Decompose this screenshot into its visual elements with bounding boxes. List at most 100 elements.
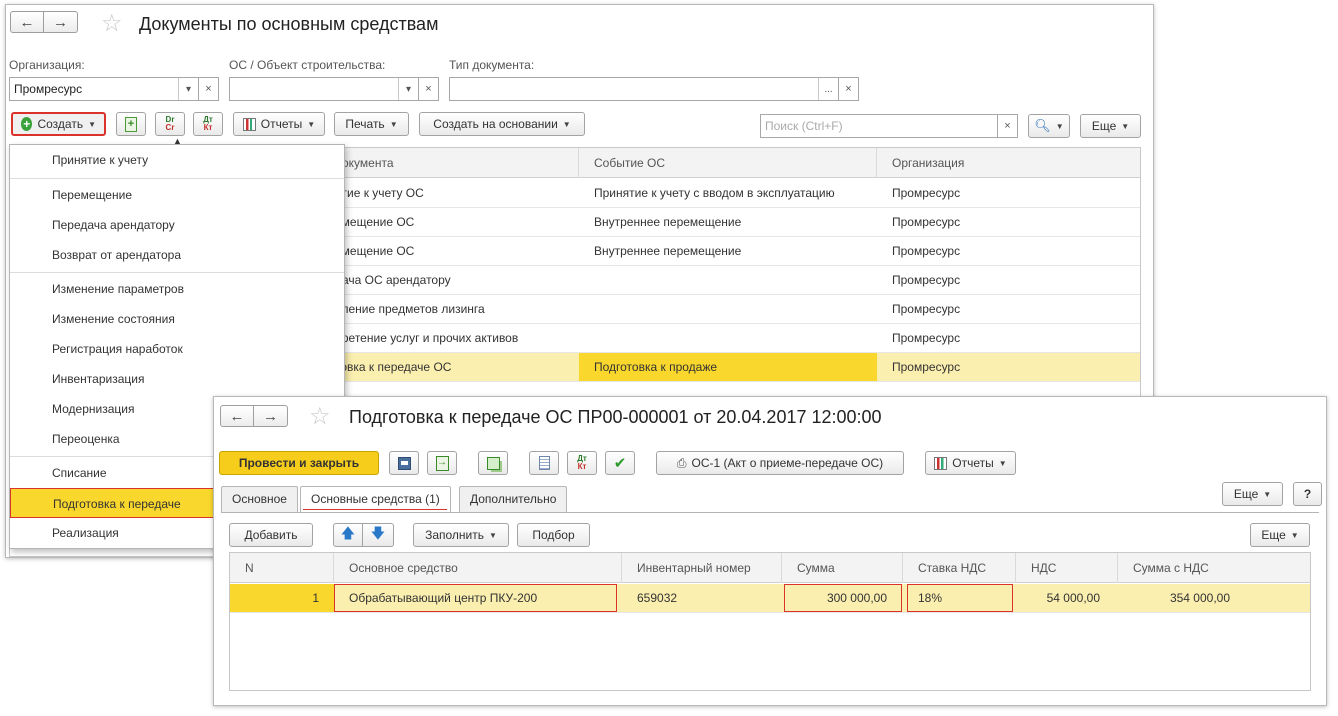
menu-item-change-params[interactable]: Изменение параметров (10, 274, 344, 304)
back-arrow-icon[interactable]: ← (10, 11, 44, 33)
move-down-button[interactable]: 🡇︎ (363, 523, 394, 547)
doc-more-button[interactable]: Еще ▼ (1222, 482, 1283, 506)
dt-kt-button[interactable]: Дт Кт (567, 451, 597, 475)
favorite-star-icon[interactable]: ☆ (101, 12, 123, 36)
column-sum[interactable]: Сумма (782, 553, 903, 583)
menu-item-change-state[interactable]: Изменение состояния (10, 304, 344, 334)
clear-os-icon[interactable]: × (419, 77, 439, 101)
menu-separator (10, 272, 344, 273)
org-field[interactable]: Промресурс ▾ (9, 77, 199, 101)
pick-button[interactable]: Подбор (517, 523, 590, 547)
add-row-button[interactable]: Добавить (229, 523, 313, 547)
menu-separator (10, 178, 344, 179)
cell-org: Промресурс (892, 215, 961, 229)
search-icon: 🔍︎ (1034, 118, 1051, 133)
os-label: ОС / Объект строительства: (229, 58, 386, 72)
menu-item-operating-hours[interactable]: Регистрация наработок (10, 334, 344, 364)
nav-buttons: ← → (10, 11, 78, 33)
more-button[interactable]: Еще ▼ (1080, 114, 1141, 138)
column-event[interactable]: Событие ОС (579, 148, 877, 178)
cell-event (579, 324, 594, 352)
check-button[interactable]: ✔ (605, 451, 635, 475)
list-icon (538, 456, 550, 470)
reports-button[interactable]: Отчеты ▼ (233, 112, 325, 136)
forward-arrow-icon[interactable]: → (254, 405, 288, 427)
doc-reports-label: Отчеты (952, 456, 994, 470)
doctype-value (450, 78, 818, 100)
dr-cr-button[interactable]: Dr Cr (155, 112, 185, 136)
doc-reports-button[interactable]: Отчеты ▼ (925, 451, 1016, 475)
tab-additional[interactable]: Дополнительно (459, 486, 568, 512)
fill-button[interactable]: Заполнить ▼ (413, 523, 509, 547)
document-window: ← → ☆ Подготовка к передаче ОС ПР00-0000… (213, 396, 1327, 706)
caret-icon: ▼ (307, 119, 316, 129)
doctype-field[interactable]: ... (449, 77, 839, 101)
column-org[interactable]: Организация (877, 148, 1140, 178)
help-button[interactable]: ? (1293, 482, 1322, 506)
cell-event: Внутреннее перемещение (594, 215, 742, 229)
create-based-button[interactable]: Создать на основании ▼ (419, 112, 585, 136)
caret-icon: ▼ (1055, 121, 1064, 131)
column-sum-with-vat[interactable]: Сумма с НДС (1118, 553, 1310, 583)
tab-main[interactable]: Основное (221, 486, 298, 512)
favorite-star-icon[interactable]: ☆ (309, 405, 331, 429)
create-button[interactable]: + Создать ▼ (11, 112, 106, 136)
column-vat-rate[interactable]: Ставка НДС (903, 553, 1016, 583)
dropdown-caret-icon[interactable]: ▾ (178, 78, 198, 100)
post-document-icon: → (435, 455, 449, 471)
print-label: Печать (345, 117, 385, 131)
caret-icon: ▼ (1290, 530, 1299, 540)
cell-n: 1 (230, 584, 334, 612)
more-label: Еще (1091, 119, 1117, 133)
menu-item-move[interactable]: Перемещение (10, 180, 344, 210)
chart-icon (934, 456, 948, 470)
dropdown-caret-icon[interactable]: ▾ (398, 78, 418, 100)
chart-icon (242, 117, 256, 131)
help-label: ? (1303, 487, 1312, 501)
cell-event: Внутреннее перемещение (594, 244, 742, 258)
print-os1-button[interactable]: ⎙ ОС-1 (Акт о приеме-передаче ОС) (656, 451, 904, 475)
list-button[interactable] (529, 451, 559, 475)
create-button-label: Создать (37, 117, 84, 131)
copy-icon (486, 456, 500, 470)
clear-doctype-icon[interactable]: × (839, 77, 859, 101)
os-field[interactable]: ▾ (229, 77, 419, 101)
print-button[interactable]: Печать ▼ (334, 112, 409, 136)
search-button[interactable]: 🔍︎ ▼ (1028, 114, 1070, 138)
save-icon (397, 456, 411, 470)
print-os1-label: ОС-1 (Акт о приеме-передаче ОС) (691, 456, 884, 470)
plus-circle-icon: + (21, 117, 33, 131)
search-input[interactable]: Поиск (Ctrl+F) (760, 114, 998, 138)
menu-item-accept[interactable]: Принятие к учету (10, 145, 344, 175)
menu-item-inventory[interactable]: Инвентаризация (10, 364, 344, 394)
back-arrow-icon[interactable]: ← (220, 405, 254, 427)
copy-doc-button[interactable]: + (116, 112, 146, 136)
caret-icon: ▼ (88, 119, 96, 129)
column-asset[interactable]: Основное средство (334, 553, 622, 583)
save-button[interactable] (389, 451, 419, 475)
create-based-label: Создать на основании (433, 117, 558, 131)
cell-org: Промресурс (892, 244, 961, 258)
clear-search-icon[interactable]: × (998, 114, 1018, 138)
menu-item-lease-return[interactable]: Возврат от арендатора (10, 240, 344, 270)
doctype-label: Тип документа: (449, 58, 535, 72)
move-up-button[interactable]: 🡅︎ (333, 523, 363, 547)
vat-rate-cell-highlight (907, 584, 1013, 612)
cell-org: Промресурс (892, 186, 961, 200)
dt-kt-button[interactable]: Дт Кт (193, 112, 223, 136)
ellipsis-icon[interactable]: ... (818, 78, 838, 100)
cell-org: Промресурс (892, 302, 961, 316)
sum-cell-highlight (784, 584, 902, 612)
copy-button[interactable] (478, 451, 508, 475)
menu-item-lease[interactable]: Передача арендатору (10, 210, 344, 240)
dr-cr-icon: Dr Cr (165, 115, 175, 132)
column-vat[interactable]: НДС (1016, 553, 1118, 583)
clear-org-icon[interactable]: × (199, 77, 219, 101)
post-button[interactable]: → (427, 451, 457, 475)
arrow-up-icon: 🡅︎ (340, 525, 356, 541)
post-and-close-button[interactable]: Провести и закрыть (219, 451, 379, 475)
forward-arrow-icon[interactable]: → (44, 11, 78, 33)
column-inventory-number[interactable]: Инвентарный номер (622, 553, 782, 583)
column-n[interactable]: N (230, 553, 334, 583)
grid-more-button[interactable]: Еще ▼ (1250, 523, 1310, 547)
